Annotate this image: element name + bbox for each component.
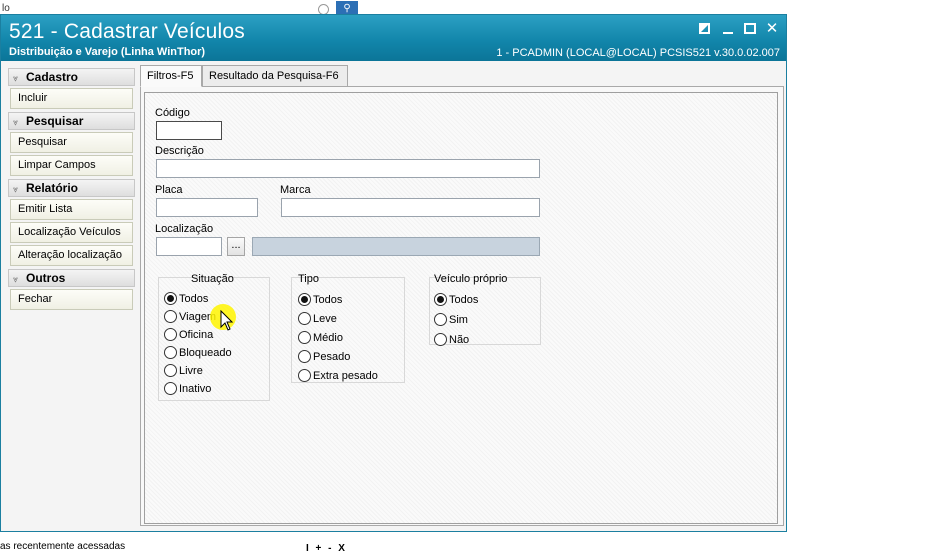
tipo-option-pesado[interactable]: Pesado — [298, 349, 350, 366]
radio-selected-icon — [298, 292, 311, 306]
placa-label: Placa — [155, 184, 183, 196]
chevron-down-icon: ⩔ — [13, 184, 19, 194]
sidebar-group-pesquisar[interactable]: ⩔ Pesquisar — [8, 112, 135, 130]
title-bar[interactable]: 521 - Cadastrar Veículos Distribuição e … — [1, 15, 786, 61]
tipo-option-leve[interactable]: Leve — [298, 311, 337, 328]
radio-icon — [298, 368, 311, 382]
incluir-button[interactable]: Incluir — [10, 88, 133, 109]
restore-icon — [698, 23, 710, 34]
codigo-input[interactable] — [156, 121, 222, 140]
veiculo-proprio-option-nao[interactable]: Não — [434, 332, 469, 349]
descricao-input[interactable] — [156, 159, 540, 178]
sidebar: ⩔ Cadastro Incluir ⩔ Pesquisar Pesquisar L… — [8, 66, 135, 310]
window-title: 521 - Cadastrar Veículos — [9, 20, 245, 43]
codigo-label: Código — [155, 107, 190, 119]
radio-icon — [298, 349, 311, 363]
radio-icon — [164, 327, 177, 341]
minimize-icon — [723, 32, 733, 34]
tab-content: Código Descrição Placa Marca Localização… — [140, 86, 784, 526]
tipo-option-todos[interactable]: Todos — [298, 292, 342, 309]
localizacao-veiculos-button[interactable]: Localização Veículos — [10, 222, 133, 243]
sidebar-group-outros[interactable]: ⩔ Outros — [8, 269, 135, 287]
window-subtitle: Distribuição e Varejo (Linha WinThor) — [9, 46, 206, 58]
tipo-option-extra-pesado[interactable]: Extra pesado — [298, 368, 378, 385]
radio-selected-icon — [434, 292, 447, 306]
emitir-lista-button[interactable]: Emitir Lista — [10, 199, 133, 220]
chevron-down-icon: ⩔ — [13, 73, 19, 83]
localizacao-label: Localização — [155, 223, 214, 235]
marca-label: Marca — [280, 184, 311, 196]
pesquisar-button[interactable]: Pesquisar — [10, 132, 133, 153]
chevron-down-icon: ⩔ — [13, 117, 19, 127]
veiculo-proprio-option-sim[interactable]: Sim — [434, 312, 468, 329]
localizacao-lookup-button[interactable]: ... — [227, 237, 245, 256]
descricao-label: Descrição — [155, 145, 204, 157]
alteracao-localizacao-button[interactable]: Alteração localização — [10, 245, 133, 266]
radio-icon — [164, 363, 177, 377]
marca-input[interactable] — [281, 198, 540, 217]
maximize-button[interactable] — [742, 21, 758, 37]
tab-resultado-pesquisa[interactable]: Resultado da Pesquisa-F6 — [202, 65, 348, 87]
limpar-campos-button[interactable]: Limpar Campos — [10, 155, 133, 176]
background-controls[interactable]: I + - X — [306, 543, 347, 554]
tipo-option-medio[interactable]: Médio — [298, 330, 343, 347]
session-status: 1 - PCADMIN (LOCAL@LOCAL) PCSIS521 v.30.… — [496, 47, 780, 59]
placa-input[interactable] — [156, 198, 258, 217]
radio-icon — [164, 381, 177, 395]
minimize-button[interactable] — [720, 21, 736, 37]
mouse-pointer-icon — [220, 310, 234, 331]
restore-button[interactable] — [696, 21, 712, 37]
localizacao-description-field — [252, 237, 540, 256]
tab-filtros[interactable]: Filtros-F5 — [140, 65, 202, 87]
close-button[interactable]: ✕ — [764, 21, 780, 37]
radio-icon — [298, 311, 311, 325]
situacao-option-livre[interactable]: Livre — [164, 363, 203, 380]
radio-icon — [298, 330, 311, 344]
situacao-title: Situação — [191, 273, 234, 285]
radio-selected-icon — [164, 291, 177, 305]
maximize-icon — [744, 23, 756, 34]
chevron-down-icon: ⩔ — [13, 274, 19, 284]
situacao-option-inativo[interactable]: Inativo — [164, 381, 211, 398]
radio-icon — [164, 345, 177, 359]
filter-panel: Código Descrição Placa Marca Localização… — [144, 92, 778, 524]
radio-icon — [434, 332, 447, 346]
situacao-option-todos[interactable]: Todos — [164, 291, 208, 308]
background-text: lo — [2, 3, 10, 14]
tipo-title: Tipo — [298, 273, 319, 285]
localizacao-input[interactable] — [156, 237, 222, 256]
veiculo-proprio-title: Veículo próprio — [434, 273, 508, 285]
veiculo-proprio-option-todos[interactable]: Todos — [434, 292, 478, 309]
radio-icon — [164, 309, 177, 323]
sidebar-group-relatorio[interactable]: ⩔ Relatório — [8, 179, 135, 197]
situacao-option-bloqueado[interactable]: Bloqueado — [164, 345, 232, 362]
background-recent-text: as recentemente acessadas — [0, 541, 126, 552]
situacao-option-viagem[interactable]: Viagem — [164, 309, 216, 326]
situacao-option-oficina[interactable]: Oficina — [164, 327, 213, 344]
close-icon: ✕ — [765, 20, 779, 37]
main-window: 521 - Cadastrar Veículos Distribuição e … — [0, 14, 787, 532]
fechar-button[interactable]: Fechar — [10, 289, 133, 310]
radio-icon — [434, 312, 447, 326]
sidebar-group-cadastro[interactable]: ⩔ Cadastro — [8, 68, 135, 86]
